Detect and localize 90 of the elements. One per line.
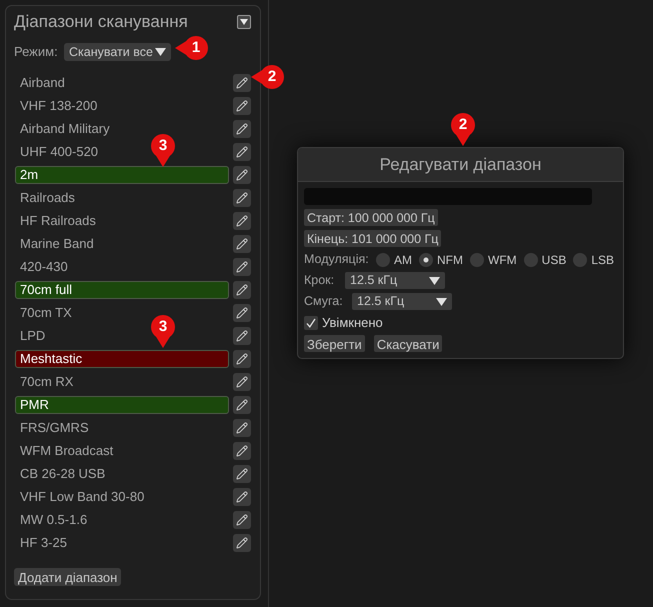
- cancel-button[interactable]: Скасувати: [374, 335, 442, 352]
- edit-button[interactable]: [233, 396, 251, 414]
- edit-button[interactable]: [233, 464, 251, 482]
- step-label: Крок:: [304, 272, 336, 290]
- pencil-icon: [236, 76, 248, 88]
- mode-dropdown[interactable]: Сканувати все: [64, 43, 171, 61]
- bandwidth-label: Смуга:: [304, 293, 344, 310]
- pencil-icon: [236, 514, 248, 526]
- range-item[interactable]: HF Railroads: [20, 210, 96, 230]
- pencil-icon: [236, 214, 248, 226]
- checkbox-label: Увімкнено: [322, 314, 383, 332]
- range-item[interactable]: Marine Band: [20, 234, 94, 254]
- collapse-button[interactable]: [237, 15, 251, 29]
- edit-button[interactable]: [233, 96, 251, 114]
- save-button[interactable]: Зберегти: [304, 335, 365, 352]
- edit-button[interactable]: [233, 212, 251, 230]
- pencil-icon: [236, 192, 248, 204]
- edit-button[interactable]: [233, 280, 251, 298]
- range-item[interactable]: Railroads: [20, 188, 75, 208]
- range-item[interactable]: UHF 400-520: [20, 142, 98, 162]
- pencil-icon: [236, 536, 248, 548]
- range-item[interactable]: MW 0.5-1.6: [20, 510, 88, 530]
- edit-button[interactable]: [233, 510, 251, 528]
- radio-option[interactable]: WFM: [470, 250, 517, 268]
- mode-label: Режим:: [14, 43, 59, 62]
- check-icon: [306, 318, 316, 328]
- end-button[interactable]: Кінець: 101 000 000 Гц: [304, 230, 442, 247]
- radio-option[interactable]: USB: [524, 250, 566, 268]
- add-range-button[interactable]: Додати діапазон: [14, 568, 122, 586]
- edit-button[interactable]: [233, 534, 251, 552]
- range-item[interactable]: WFM Broadcast: [20, 440, 114, 460]
- range-item[interactable]: 70cm RX: [20, 372, 74, 392]
- range-item[interactable]: VHF Low Band 30-80: [20, 486, 144, 506]
- caret-icon: [429, 276, 440, 284]
- edit-button[interactable]: [233, 120, 251, 138]
- caret-icon: [155, 48, 166, 56]
- edit-button[interactable]: [233, 350, 251, 368]
- edit-button[interactable]: [233, 258, 251, 276]
- pencil-icon: [236, 468, 248, 480]
- range-item[interactable]: Airband: [20, 72, 65, 92]
- edit-button[interactable]: [233, 142, 251, 160]
- checkbox[interactable]: [304, 316, 318, 330]
- pencil-icon: [236, 398, 248, 410]
- edit-button[interactable]: [233, 304, 251, 322]
- pencil-icon: [236, 444, 248, 456]
- edit-button[interactable]: [233, 188, 251, 206]
- range-item[interactable]: VHF 138-200: [20, 96, 98, 116]
- dialog-title: Редагувати діапазон: [298, 148, 623, 182]
- radio-option[interactable]: LSB: [573, 250, 614, 268]
- edit-button[interactable]: [233, 418, 251, 436]
- range-item[interactable]: FRS/GMRS: [20, 418, 89, 438]
- range-item[interactable]: PMR: [15, 396, 229, 414]
- range-item[interactable]: 420-430: [20, 256, 68, 276]
- pencil-icon: [236, 490, 248, 502]
- edit-button[interactable]: [233, 372, 251, 390]
- step-dropdown[interactable]: 12.5 кГц: [345, 272, 445, 289]
- radio-option[interactable]: NFM: [419, 250, 463, 268]
- range-item[interactable]: 70cm TX: [20, 302, 72, 322]
- modulation-label: Модуляція:: [304, 251, 370, 268]
- range-item[interactable]: HF 3-25: [20, 532, 67, 552]
- pencil-icon: [236, 168, 248, 180]
- caret-icon: [436, 298, 447, 306]
- range-item[interactable]: LPD: [20, 326, 46, 346]
- edit-button[interactable]: [233, 488, 251, 506]
- start-button[interactable]: Старт: 100 000 000 Гц: [304, 209, 438, 226]
- pencil-icon: [236, 146, 248, 158]
- pencil-icon: [236, 376, 248, 388]
- bandwidth-dropdown[interactable]: 12.5 кГц: [352, 293, 452, 310]
- radio-option[interactable]: AM: [376, 250, 412, 268]
- edit-button[interactable]: [233, 74, 251, 92]
- pencil-icon: [236, 260, 248, 272]
- pencil-icon: [236, 238, 248, 250]
- pencil-icon: [236, 306, 248, 318]
- pencil-icon: [236, 100, 248, 112]
- edit-button[interactable]: [233, 326, 251, 344]
- range-item[interactable]: CB 26-28 USB: [20, 464, 106, 484]
- range-item[interactable]: 70cm full: [15, 280, 229, 298]
- range-item[interactable]: Meshtastic: [15, 350, 229, 368]
- edit-button[interactable]: [233, 442, 251, 460]
- edit-button[interactable]: [233, 234, 251, 252]
- range-item[interactable]: 2m: [15, 166, 229, 184]
- triangle-down-icon: [240, 19, 248, 25]
- pencil-icon: [236, 284, 248, 296]
- pencil-icon: [236, 352, 248, 364]
- range-item[interactable]: Airband Military: [20, 118, 110, 138]
- panel-title: Діапазони сканування: [14, 11, 188, 34]
- pencil-icon: [236, 330, 248, 342]
- pencil-icon: [236, 422, 248, 434]
- edit-button[interactable]: [233, 166, 251, 184]
- pencil-icon: [236, 122, 248, 134]
